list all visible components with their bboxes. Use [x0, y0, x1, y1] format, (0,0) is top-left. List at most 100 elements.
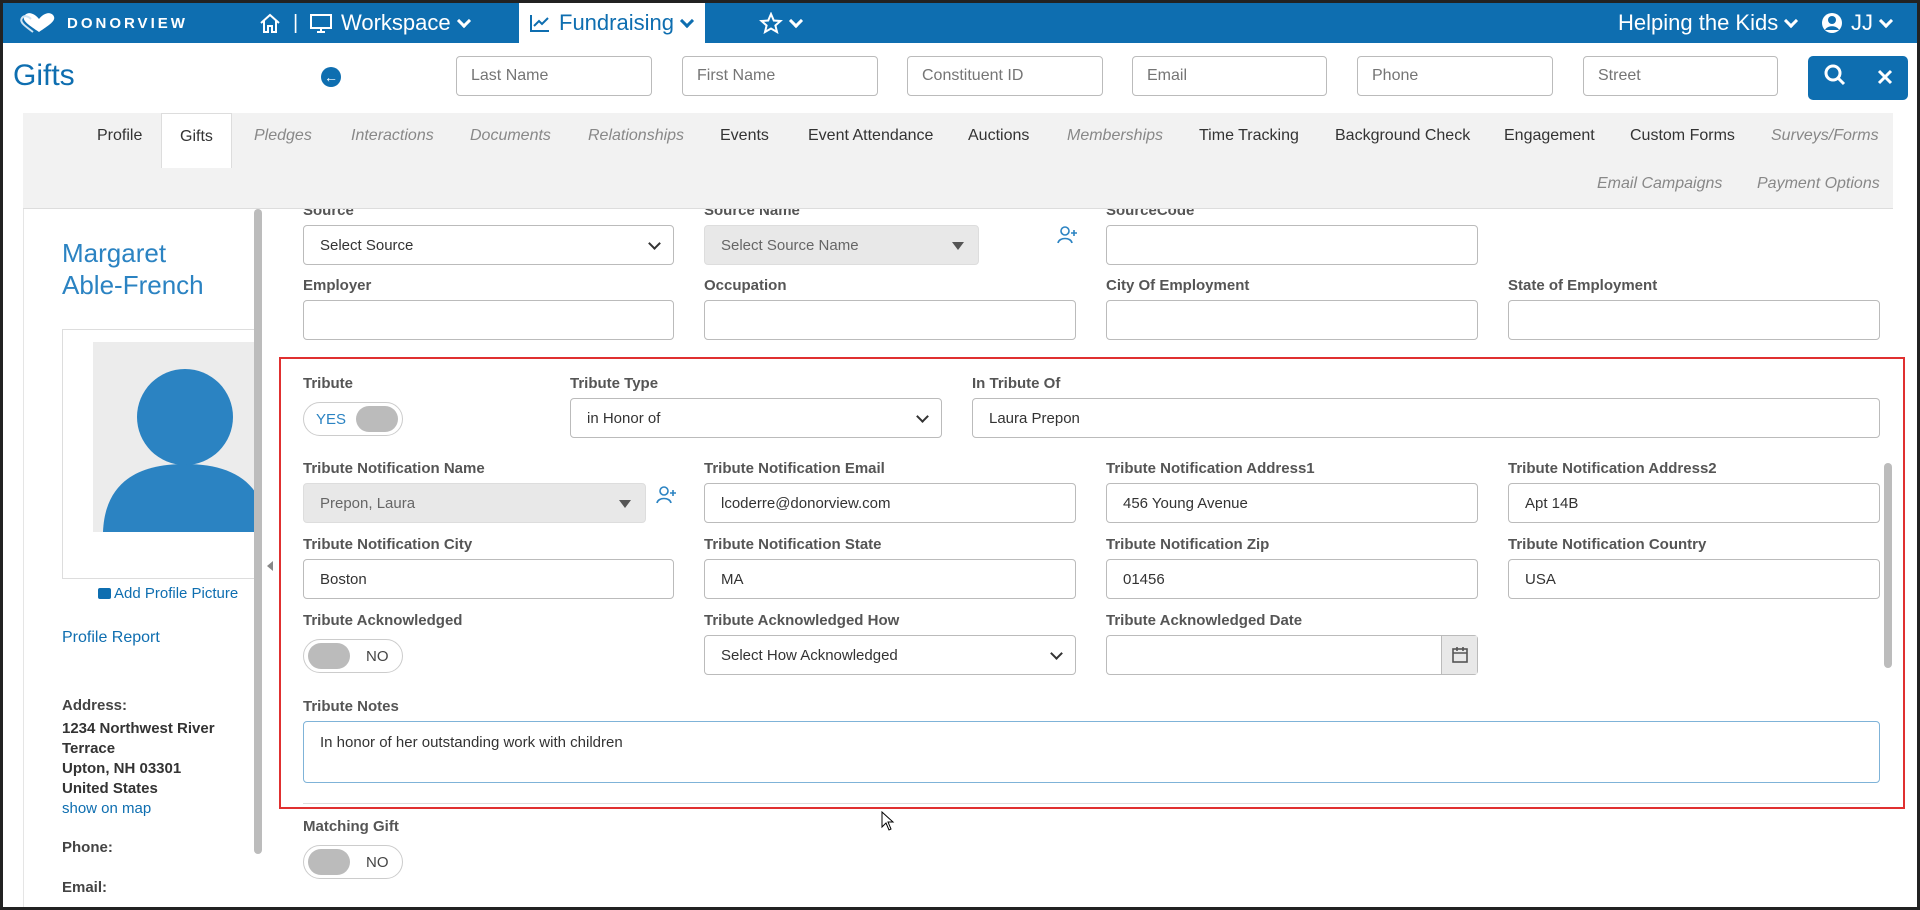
- occupation-input[interactable]: [704, 300, 1076, 340]
- address-line-2: Terrace: [62, 740, 116, 757]
- clear-search-button[interactable]: [1877, 64, 1893, 92]
- tab-auctions[interactable]: Auctions: [968, 127, 1029, 145]
- city-of-employment-input[interactable]: [1106, 300, 1478, 340]
- source-code-input[interactable]: [1106, 225, 1478, 265]
- add-profile-picture-link[interactable]: Add Profile Picture: [98, 585, 238, 602]
- address-line-3: Upton, NH 03301: [62, 760, 182, 777]
- donorview-logo-icon: [20, 13, 55, 33]
- employer-label: Employer: [303, 277, 372, 294]
- page-title: Gifts: [13, 59, 75, 92]
- nav-divider: |: [293, 11, 299, 34]
- tab-relationships[interactable]: Relationships: [588, 127, 684, 145]
- chart-line-icon: [530, 15, 549, 32]
- chevron-down-icon: [788, 13, 804, 28]
- chevron-down-icon: [679, 13, 695, 28]
- source-select-value: Select Source: [320, 236, 414, 254]
- nav-fundraising[interactable]: Fundraising: [519, 3, 705, 43]
- occupation-label: Occupation: [704, 277, 787, 294]
- toggle-knob: [308, 849, 350, 875]
- add-person-icon[interactable]: [1057, 225, 1079, 245]
- show-on-map-link[interactable]: show on map: [62, 799, 151, 819]
- home-icon: [260, 13, 280, 33]
- tab-bar: Profile Gifts Pledges Interactions Docum…: [23, 113, 1893, 209]
- state-of-employment-input[interactable]: [1508, 300, 1880, 340]
- tab-background-check[interactable]: Background Check: [1335, 127, 1470, 145]
- donor-sidebar: Margaret Able-French Add Profile Picture…: [23, 209, 256, 907]
- address-label: Address:: [62, 697, 128, 714]
- add-profile-picture-label: Add Profile Picture: [114, 585, 239, 602]
- address-line-4: United States: [62, 780, 158, 797]
- source-label: Source: [303, 209, 354, 219]
- source-name-value: Select Source Name: [721, 236, 859, 254]
- tab-documents[interactable]: Documents: [470, 127, 551, 145]
- search-icon: [1824, 64, 1845, 85]
- nav-workspace-label: Workspace: [341, 10, 451, 35]
- org-selector[interactable]: Helping the Kids: [1618, 3, 1799, 43]
- tab-memberships[interactable]: Memberships: [1067, 127, 1163, 145]
- tab-profile[interactable]: Profile: [97, 127, 142, 145]
- email-label: Email:: [62, 879, 108, 896]
- source-name-select[interactable]: Select Source Name: [704, 225, 979, 265]
- search-button[interactable]: [1824, 64, 1846, 93]
- matching-gift-label: Matching Gift: [303, 818, 399, 835]
- donor-first-name: Margaret: [62, 238, 167, 268]
- tab-surveys-forms[interactable]: Surveys/Forms: [1771, 127, 1879, 145]
- phone-input[interactable]: [1357, 56, 1553, 96]
- profile-report-link[interactable]: Profile Report: [62, 629, 160, 647]
- tab-gifts[interactable]: Gifts: [161, 113, 232, 168]
- user-menu[interactable]: JJ: [1821, 3, 1894, 43]
- tab-pledges[interactable]: Pledges: [254, 127, 312, 145]
- matching-gift-toggle-label: NO: [366, 854, 389, 871]
- tab-custom-forms[interactable]: Custom Forms: [1630, 127, 1735, 145]
- tab-email-campaigns[interactable]: Email Campaigns: [1597, 175, 1722, 193]
- avatar: [93, 342, 256, 532]
- app-window: DONORVIEW | Workspace Fundraising Helpin…: [0, 0, 1920, 910]
- tab-engagement[interactable]: Engagement: [1504, 127, 1595, 145]
- source-code-label: SourceCode: [1106, 209, 1195, 219]
- city-of-employment-label: City Of Employment: [1106, 277, 1250, 294]
- camera-icon: [98, 588, 111, 599]
- tribute-section-highlight: [279, 357, 1905, 809]
- donor-name: Margaret Able-French: [62, 237, 204, 301]
- tab-interactions[interactable]: Interactions: [351, 127, 434, 145]
- chevron-down-icon: [1784, 13, 1799, 28]
- star-icon: [759, 12, 783, 34]
- tab-payment-options[interactable]: Payment Options: [1757, 175, 1880, 193]
- home-button[interactable]: [258, 3, 282, 43]
- state-of-employment-label: State of Employment: [1508, 277, 1658, 294]
- tab-event-attendance[interactable]: Event Attendance: [808, 127, 933, 145]
- org-name: Helping the Kids: [1618, 10, 1779, 35]
- tab-events[interactable]: Events: [720, 127, 769, 145]
- close-icon: [1877, 69, 1892, 85]
- nav-workspace[interactable]: Workspace: [309, 3, 471, 43]
- favorites-menu[interactable]: [759, 3, 804, 43]
- chevron-down-icon: [456, 13, 471, 28]
- content-scrollbar[interactable]: [1884, 463, 1892, 668]
- logo[interactable]: DONORVIEW: [19, 10, 188, 36]
- source-select[interactable]: Select Source: [303, 225, 674, 265]
- street-input[interactable]: [1583, 56, 1778, 96]
- first-name-input[interactable]: [682, 56, 878, 96]
- mouse-cursor-icon: [881, 811, 895, 831]
- search-button-group: [1808, 56, 1908, 100]
- phone-label: Phone:: [62, 839, 113, 856]
- user-silhouette-icon: [103, 369, 256, 532]
- donor-last-name: Able-French: [62, 270, 204, 300]
- last-name-input[interactable]: [456, 56, 652, 96]
- nav-fundraising-label: Fundraising: [559, 10, 674, 35]
- matching-gift-toggle[interactable]: NO: [303, 845, 403, 879]
- chevron-down-icon: [1878, 13, 1894, 28]
- email-search-input[interactable]: [1132, 56, 1327, 96]
- sidebar-scrollbar[interactable]: [254, 209, 262, 854]
- source-name-label: Source Name: [704, 209, 800, 219]
- user-circle-icon: [1822, 13, 1842, 33]
- address-line-1: 1234 Northwest River: [62, 720, 215, 737]
- user-initials: JJ: [1851, 10, 1873, 35]
- monitor-icon: [310, 14, 332, 33]
- top-navigation: DONORVIEW | Workspace Fundraising Helpin…: [3, 3, 1917, 43]
- employer-input[interactable]: [303, 300, 674, 340]
- tab-time-tracking[interactable]: Time Tracking: [1199, 127, 1299, 145]
- avatar-frame: [62, 329, 256, 579]
- back-button[interactable]: ←: [321, 67, 341, 87]
- constituent-id-input[interactable]: [907, 56, 1103, 96]
